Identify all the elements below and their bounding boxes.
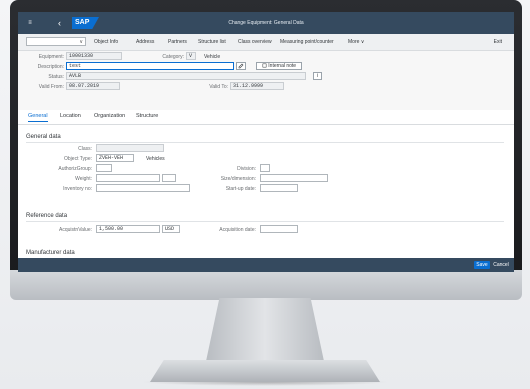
category-field: V [186, 52, 196, 60]
monitor-stand-base [150, 360, 380, 382]
equipment-field: 10001330 [66, 52, 122, 60]
equipment-label: Equipment: [38, 54, 64, 60]
tab-location[interactable]: Location [60, 112, 81, 121]
acquisition-date-label: Acquisition date: [219, 227, 256, 233]
status-field: AVLB [66, 72, 306, 80]
category-label: Category: [162, 54, 184, 60]
startup-date-input[interactable] [260, 184, 298, 192]
more-label: More [348, 39, 360, 45]
tab-general[interactable]: General [28, 112, 48, 122]
object-type-input[interactable]: ZVEH-VEH [96, 154, 134, 162]
valid-to-label: Valid To: [209, 84, 228, 90]
general-tab-content: General data Class: Object Type: ZVEH-VE… [18, 125, 514, 258]
toolbar-more[interactable]: More ∨ [348, 38, 364, 46]
edit-icon [238, 63, 244, 69]
acquisition-date-input[interactable] [260, 225, 298, 233]
toolbar-address[interactable]: Address [136, 38, 154, 46]
category-text: Vehicle [204, 54, 221, 60]
acquisition-value-label: AcquistnValue: [59, 227, 92, 233]
toolbar-select[interactable]: ∨ [26, 37, 86, 46]
weight-unit-input[interactable] [162, 174, 176, 182]
authorization-group-input[interactable] [96, 164, 112, 172]
app-title: Change Equipment: General Data [228, 20, 304, 26]
description-label: Description: [37, 64, 64, 70]
division-label: Division: [237, 166, 256, 172]
section-divider [26, 142, 504, 143]
inventory-number-label: Inventory no: [63, 186, 92, 192]
info-icon: i [316, 73, 319, 79]
weight-label: Weight: [75, 176, 92, 182]
cancel-button[interactable]: Cancel [492, 261, 510, 269]
class-field [96, 144, 164, 152]
monitor-stand-neck [205, 298, 325, 366]
note-icon [262, 63, 267, 68]
inventory-number-input[interactable] [96, 184, 190, 192]
currency-input[interactable]: USD [162, 225, 180, 233]
size-dimension-label: Size/dimension: [220, 176, 256, 182]
toolbar-measuring-point[interactable]: Measuring point/counter [280, 38, 334, 46]
weight-input[interactable] [96, 174, 160, 182]
tab-organization[interactable]: Organization [94, 112, 125, 121]
exit-button[interactable]: Exit [494, 38, 502, 46]
valid-to-field: 31.12.9999 [230, 82, 284, 90]
toolbar-structure-list[interactable]: Structure list [198, 38, 226, 46]
toolbar-partners[interactable]: Partners [168, 38, 187, 46]
object-type-label: Object Type: [64, 156, 92, 162]
valid-from-label: Valid From: [38, 84, 64, 90]
status-label: Status: [48, 74, 64, 80]
startup-date-label: Start-up date: [225, 186, 256, 192]
size-dimension-input[interactable] [260, 174, 328, 182]
monitor-chin [10, 270, 522, 300]
chevron-down-icon: ∨ [360, 39, 365, 45]
save-button[interactable]: Save [474, 261, 490, 269]
internal-note-button[interactable]: Internal note [256, 62, 302, 70]
footer-bar: Save Cancel [18, 258, 514, 272]
acquisition-value-input[interactable]: 1,500.00 [96, 225, 160, 233]
chevron-down-icon: ∨ [79, 39, 83, 45]
status-info-button[interactable]: i [313, 72, 322, 80]
app-screen: ≡ ‹ SAP Change Equipment: General Data ∨… [18, 12, 514, 272]
valid-from-field: 08.07.2019 [66, 82, 120, 90]
description-input[interactable]: test [66, 62, 234, 70]
toolbar: ∨ Object Info Address Partners Structure… [18, 34, 514, 51]
object-header: Equipment: 10001330 Category: V Vehicle … [18, 51, 514, 109]
class-label: Class: [78, 146, 92, 152]
tab-structure[interactable]: Structure [136, 112, 158, 121]
shell-bar: ≡ ‹ SAP Change Equipment: General Data [18, 12, 514, 34]
toolbar-class-overview[interactable]: Class overview [238, 38, 272, 46]
object-type-text: Vehicles [146, 156, 165, 162]
general-data-title: General data [26, 134, 61, 140]
internal-note-label: Internal note [268, 63, 297, 69]
reference-data-title: Reference data [26, 213, 68, 219]
authorization-group-label: AuthorizGroup: [58, 166, 92, 172]
long-text-button[interactable] [236, 62, 246, 70]
division-input[interactable] [260, 164, 270, 172]
tab-bar: General Location Organization Structure [18, 110, 514, 125]
section-divider [26, 221, 504, 222]
manufacturer-data-title: Manufacturer data [26, 250, 75, 256]
toolbar-object-info[interactable]: Object Info [94, 38, 118, 46]
